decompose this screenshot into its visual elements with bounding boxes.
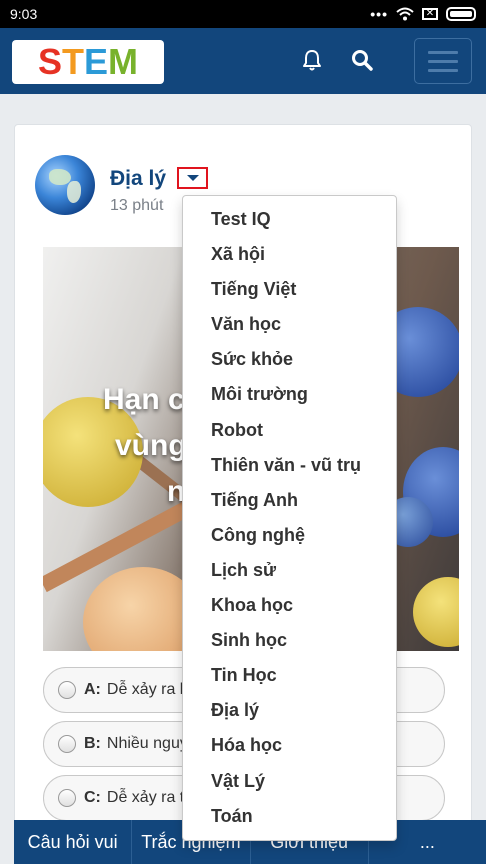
menu-item-van-hoc[interactable]: Văn học [183,307,396,342]
menu-item-vat-ly[interactable]: Vật Lý [183,764,396,799]
notification-dots: ••• [370,6,388,22]
hero-line-2: vùng [115,429,187,462]
category-title[interactable]: Địa lý [110,167,166,191]
yellow-bead [413,577,459,647]
answer-letter: B: [84,735,101,752]
status-time: 9:03 [10,6,38,22]
answer-text: Dễ xảy ra t [106,789,185,806]
radio-button[interactable] [58,681,76,699]
menu-item-tin-hoc[interactable]: Tin Học [183,658,396,693]
x-box-icon: ✕ [422,8,438,20]
menu-item-hoa-hoc[interactable]: Hóa học [183,728,396,763]
wifi-icon [396,7,414,21]
answer-letter: C: [84,789,101,806]
menu-item-toan[interactable]: Toán [183,799,396,834]
answer-text: Dễ xảy ra l [106,681,184,698]
menu-item-thien-van[interactable]: Thiên văn - vũ trụ [183,448,396,483]
menu-item-khoa-hoc[interactable]: Khoa học [183,588,396,623]
menu-item-lich-su[interactable]: Lịch sử [183,553,396,588]
menu-item-robot[interactable]: Robot [183,413,396,448]
answer-text: Nhiều nguy [106,735,188,752]
app-header: STEM [0,28,486,94]
hamburger-icon[interactable] [414,38,472,84]
status-bar: 9:03 ••• ✕ [0,0,486,28]
menu-item-xa-hoi[interactable]: Xã hội [183,237,396,272]
stem-logo[interactable]: STEM [12,40,164,84]
category-dropdown-menu: Test IQ Xã hội Tiếng Việt Văn học Sức kh… [182,195,397,841]
battery-icon [446,7,476,21]
logo-letters: STEM [37,41,139,82]
search-icon[interactable] [350,48,374,72]
menu-item-tieng-anh[interactable]: Tiếng Anh [183,483,396,518]
post-time: 13 phút [110,197,164,214]
menu-item-moi-truong[interactable]: Môi trường [183,377,396,412]
menu-item-dia-ly[interactable]: Địa lý [183,693,396,728]
menu-item-cong-nghe[interactable]: Công nghệ [183,518,396,553]
category-dropdown-toggle[interactable] [177,167,208,189]
radio-button[interactable] [58,789,76,807]
menu-item-test-iq[interactable]: Test IQ [183,202,396,237]
menu-item-suc-khoe[interactable]: Sức khỏe [183,342,396,377]
answer-letter: A: [84,681,101,698]
bell-icon[interactable] [300,48,324,72]
caret-down-icon [186,175,199,181]
nav-cau-hoi-vui[interactable]: Câu hỏi vui [14,820,133,864]
globe-avatar [35,155,95,215]
radio-button[interactable] [58,735,76,753]
status-icons: ••• ✕ [370,6,476,22]
menu-item-sinh-hoc[interactable]: Sinh học [183,623,396,658]
menu-item-tieng-viet[interactable]: Tiếng Việt [183,272,396,307]
